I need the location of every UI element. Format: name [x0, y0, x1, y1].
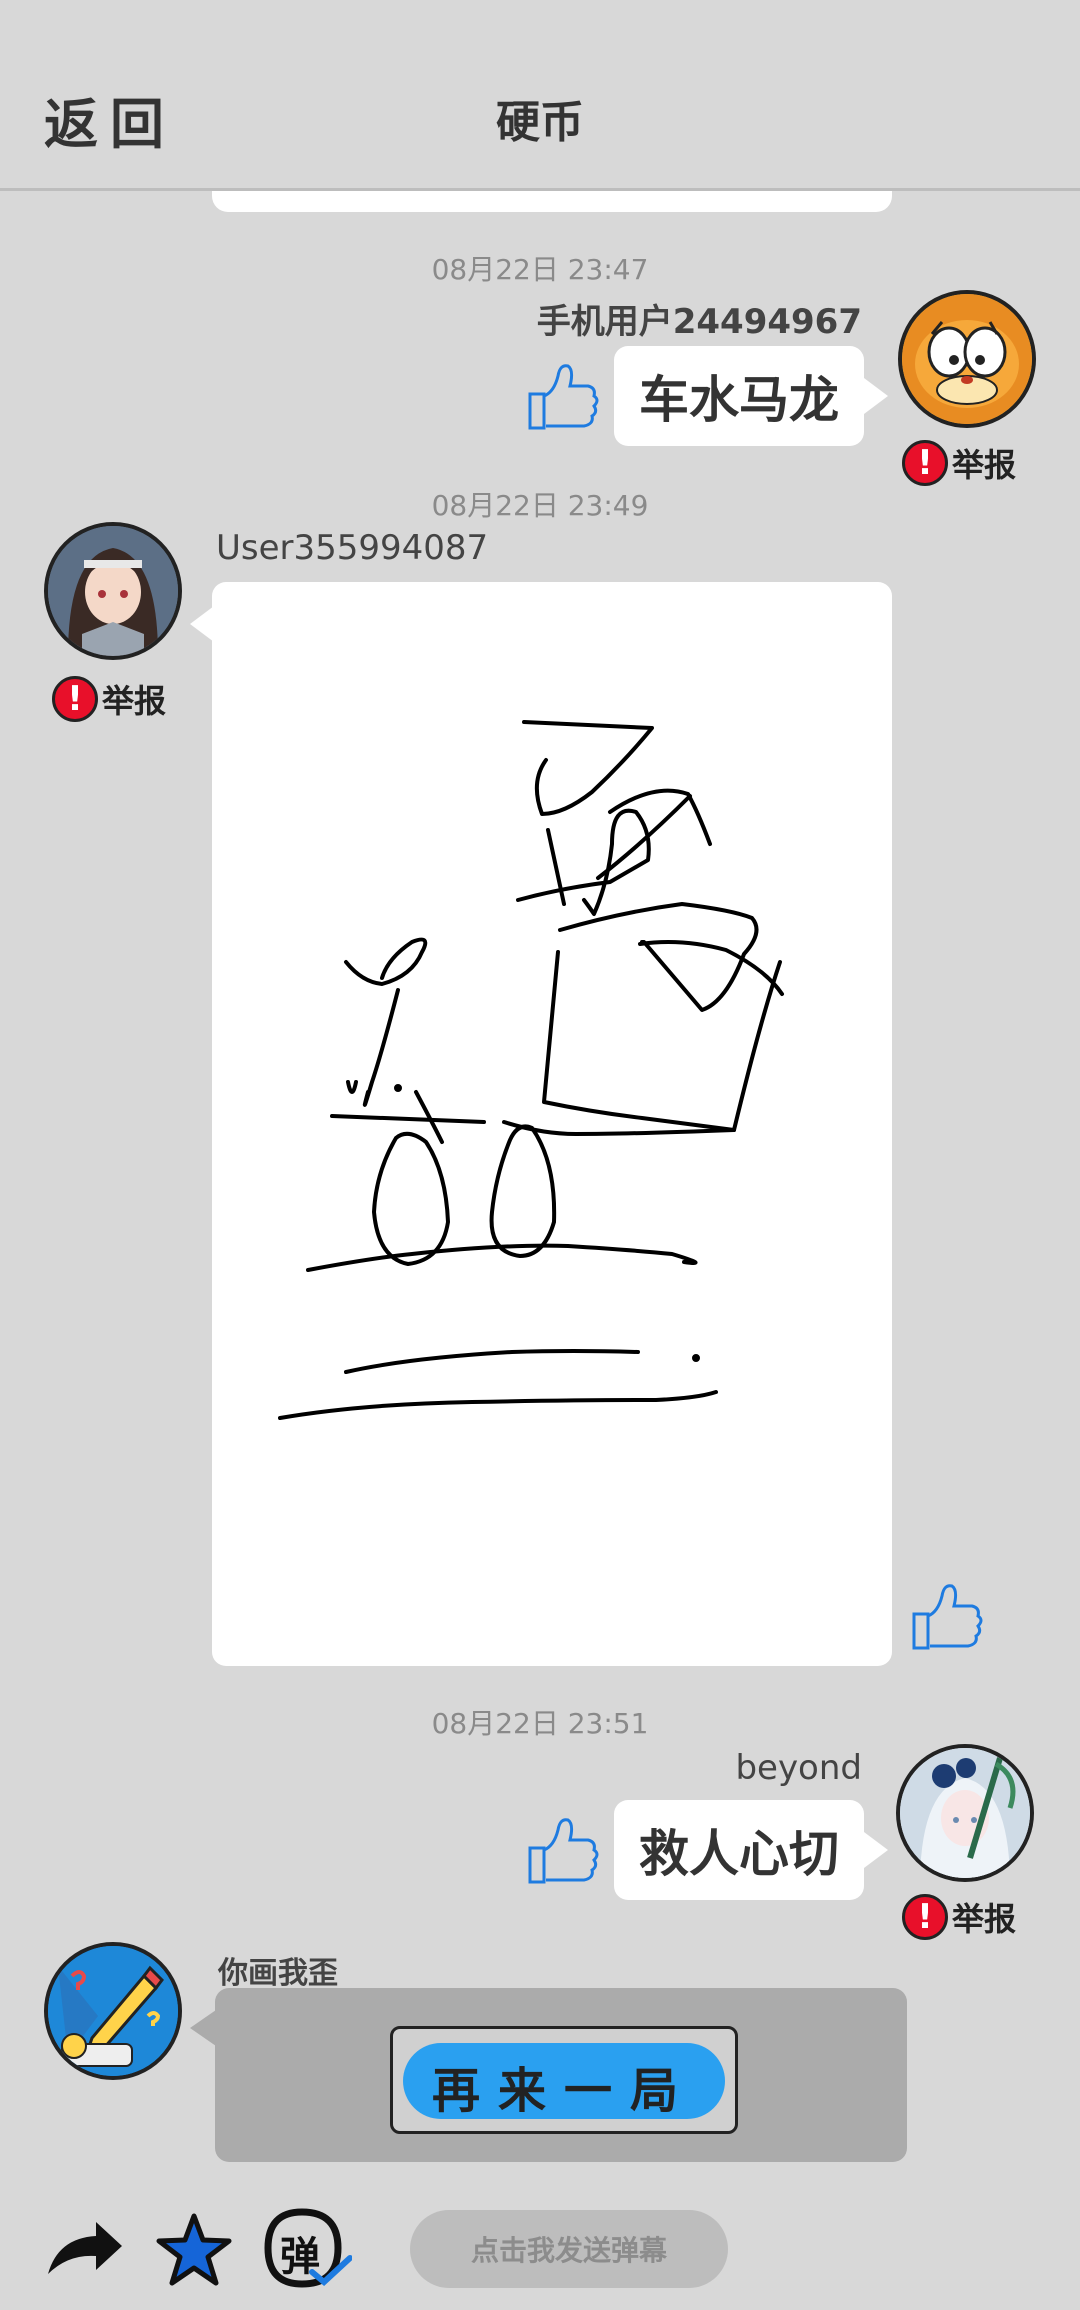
pencil-logo-image	[48, 1946, 178, 2076]
report-button[interactable]: ! 举报	[902, 440, 1016, 486]
danmu-icon-label: 弹	[280, 2234, 320, 2280]
report-button[interactable]: ! 举报	[902, 1894, 1016, 1940]
sketch-image	[278, 720, 784, 1420]
bubble-tail	[864, 378, 888, 414]
message-bubble: 车水马龙	[614, 346, 864, 446]
avatar[interactable]	[44, 1942, 182, 2080]
message-text: 救人心切	[639, 1825, 839, 1883]
report-icon: !	[52, 676, 98, 722]
bubble-tail	[864, 1832, 888, 1868]
star-icon[interactable]	[156, 2212, 232, 2288]
message-username: 手机用户24494967	[536, 302, 862, 342]
report-icon: !	[902, 1894, 948, 1940]
message-bubble: 救人心切	[614, 1800, 864, 1900]
message-timestamp: 08月22日 23:47	[431, 253, 649, 286]
avatar[interactable]	[896, 1744, 1034, 1882]
thumbs-up-icon[interactable]	[520, 356, 600, 436]
thumbs-up-icon[interactable]	[904, 1576, 984, 1656]
avatar[interactable]	[44, 522, 182, 660]
top-bar: 返回 硬币	[0, 0, 1080, 191]
report-label: 举报	[952, 446, 1017, 484]
message-timestamp: 08月22日 23:49	[431, 489, 649, 522]
garfield-avatar-image	[902, 294, 1032, 424]
thumbs-up-icon[interactable]	[520, 1810, 600, 1890]
anime-girl-avatar-image	[48, 526, 178, 656]
message-username: 你画我歪	[218, 1956, 338, 1991]
report-label: 举报	[952, 1900, 1017, 1938]
avatar[interactable]	[898, 290, 1036, 428]
message-text: 车水马龙	[639, 371, 839, 429]
anime-girl-avatar-image	[900, 1748, 1030, 1878]
report-label: 举报	[102, 682, 167, 720]
drawing-message[interactable]	[212, 582, 892, 1666]
report-icon: !	[902, 440, 948, 486]
page-title: 硬币	[496, 97, 584, 148]
play-again-label: 再来一局	[431, 2063, 696, 2119]
report-button[interactable]: ! 举报	[52, 676, 166, 722]
danmu-input[interactable]: 点击我发送弹幕	[410, 2210, 728, 2288]
message-username: beyond	[735, 1748, 862, 1788]
bubble-tail	[190, 606, 214, 642]
message-username: User355994087	[216, 528, 489, 568]
danmu-icon[interactable]: 弹	[262, 2208, 352, 2290]
bubble-tail	[190, 2010, 216, 2046]
play-again-button[interactable]: 再来一局	[390, 2026, 738, 2134]
bottom-toolbar: 弹 点击我发送弹幕	[0, 2190, 1080, 2310]
share-arrow-icon[interactable]	[44, 2216, 126, 2280]
message-timestamp: 08月22日 23:51	[431, 1707, 649, 1740]
